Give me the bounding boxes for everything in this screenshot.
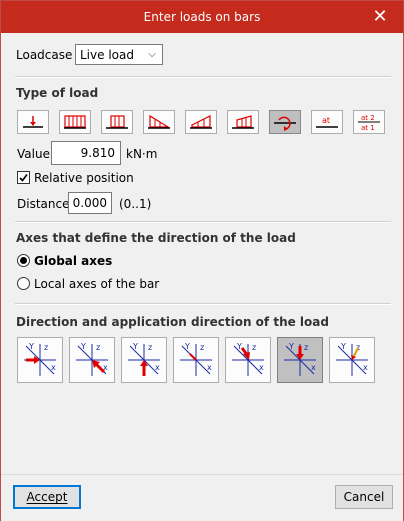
- uniform-load-icon: [64, 115, 86, 129]
- direction-plus-x-button[interactable]: Yz x: [17, 337, 63, 383]
- direction-minus-x-icon: Yzx: [76, 342, 108, 376]
- loadcase-value: Live load: [80, 48, 134, 62]
- svg-text:z: z: [44, 343, 48, 352]
- svg-text:Y: Y: [340, 342, 346, 351]
- distance-text: 0.000: [72, 196, 107, 210]
- value-label: Value: [17, 147, 50, 161]
- local-axes-radio[interactable]: [17, 277, 30, 290]
- moment-load-icon: [274, 116, 296, 131]
- checkmark-icon: [19, 174, 28, 182]
- radio-dot: [20, 257, 27, 264]
- direction-minus-y-button[interactable]: Yz x: [173, 337, 219, 383]
- global-axes-label: Global axes: [34, 254, 113, 268]
- separator: [15, 76, 391, 78]
- direction-plus-x-icon: Yz x: [24, 342, 56, 376]
- partial-uniform-load-icon: [106, 115, 128, 129]
- separator: [15, 221, 391, 223]
- value-text: 9.810: [80, 146, 115, 160]
- direction-plus-y-icon: Yz x: [128, 342, 160, 376]
- local-axes-label: Local axes of the bar: [34, 277, 160, 291]
- triangular-load-icon: [148, 114, 171, 129]
- loadcase-label: Loadcase: [16, 48, 73, 62]
- distance-range: (0..1): [119, 197, 152, 211]
- svg-text:x: x: [207, 363, 212, 372]
- load-at-position-icon: at: [316, 116, 338, 128]
- partial-trapezoidal-load-icon: [232, 115, 254, 129]
- dialog-title: Enter loads on bars: [143, 10, 261, 24]
- cancel-label: Cancel: [343, 490, 385, 504]
- load-between-positions-icon: at 2 at 1: [358, 114, 380, 132]
- svg-text:Y: Y: [132, 342, 138, 351]
- cancel-button[interactable]: Cancel: [335, 485, 393, 509]
- direction-plus-y-button[interactable]: Yz x: [121, 337, 167, 383]
- svg-text:z: z: [252, 343, 256, 352]
- loadcase-select[interactable]: Live load ⌵: [75, 44, 163, 65]
- partial-trapezoidal-load-button[interactable]: [227, 110, 259, 134]
- uniform-load-button[interactable]: [59, 110, 91, 134]
- trapezoidal-load-icon: [190, 115, 212, 129]
- separator: [15, 303, 391, 305]
- axes-heading: Axes that define the direction of the lo…: [16, 231, 296, 245]
- triangular-load-button[interactable]: [143, 110, 175, 134]
- direction-minus-z-button[interactable]: Yz x: [277, 337, 323, 383]
- svg-text:Y: Y: [184, 342, 190, 351]
- svg-text:Y: Y: [236, 342, 242, 351]
- relative-position-checkbox[interactable]: [17, 171, 30, 184]
- accept-button[interactable]: Accept: [13, 485, 81, 509]
- dialog-window: Enter loads on bars ✕ Loadcase Live load…: [0, 0, 404, 521]
- value-input[interactable]: 9.810: [51, 141, 121, 165]
- moment-load-button[interactable]: [269, 110, 301, 134]
- at2-label: at 2: [361, 114, 375, 122]
- svg-text:z: z: [304, 343, 308, 352]
- at-label: at: [322, 116, 330, 125]
- direction-general-icon: Yzx: [336, 342, 368, 376]
- title-bar: Enter loads on bars ✕: [1, 1, 403, 33]
- at1-label: at 1: [361, 124, 375, 132]
- direction-heading: Direction and application direction of t…: [16, 315, 329, 329]
- svg-text:x: x: [259, 363, 264, 372]
- svg-text:z: z: [96, 343, 100, 352]
- trapezoidal-load-button[interactable]: [185, 110, 217, 134]
- point-load-button[interactable]: [17, 110, 49, 134]
- svg-text:Y: Y: [28, 342, 34, 351]
- svg-text:z: z: [200, 343, 204, 352]
- point-load-icon: [23, 116, 43, 128]
- direction-minus-x-button[interactable]: Yzx: [69, 337, 115, 383]
- direction-plus-z-button[interactable]: Yz x: [225, 337, 271, 383]
- type-of-load-heading: Type of load: [16, 86, 99, 100]
- distance-label: Distance: [17, 197, 70, 211]
- distance-input[interactable]: 0.000: [68, 192, 112, 214]
- svg-text:z: z: [148, 343, 152, 352]
- svg-text:x: x: [363, 363, 368, 372]
- svg-text:Y: Y: [80, 342, 86, 351]
- partial-uniform-load-button[interactable]: [101, 110, 133, 134]
- load-between-positions-button[interactable]: at 2 at 1: [353, 110, 385, 134]
- global-axes-radio[interactable]: [17, 254, 30, 267]
- direction-minus-z-icon: Yz x: [284, 342, 316, 376]
- svg-text:Y: Y: [288, 342, 294, 351]
- close-button[interactable]: ✕: [357, 1, 403, 33]
- value-unit: kN·m: [126, 147, 158, 161]
- direction-plus-z-icon: Yz x: [232, 342, 264, 376]
- svg-text:x: x: [311, 363, 316, 372]
- chevron-down-icon: ⌵: [148, 49, 156, 60]
- accept-label: Accept: [26, 490, 68, 504]
- svg-text:x: x: [155, 363, 160, 372]
- direction-general-button[interactable]: Yzx: [329, 337, 375, 383]
- direction-minus-y-icon: Yz x: [180, 342, 212, 376]
- load-at-position-button[interactable]: at: [311, 110, 343, 134]
- svg-text:x: x: [51, 363, 56, 372]
- relative-position-label: Relative position: [34, 171, 134, 185]
